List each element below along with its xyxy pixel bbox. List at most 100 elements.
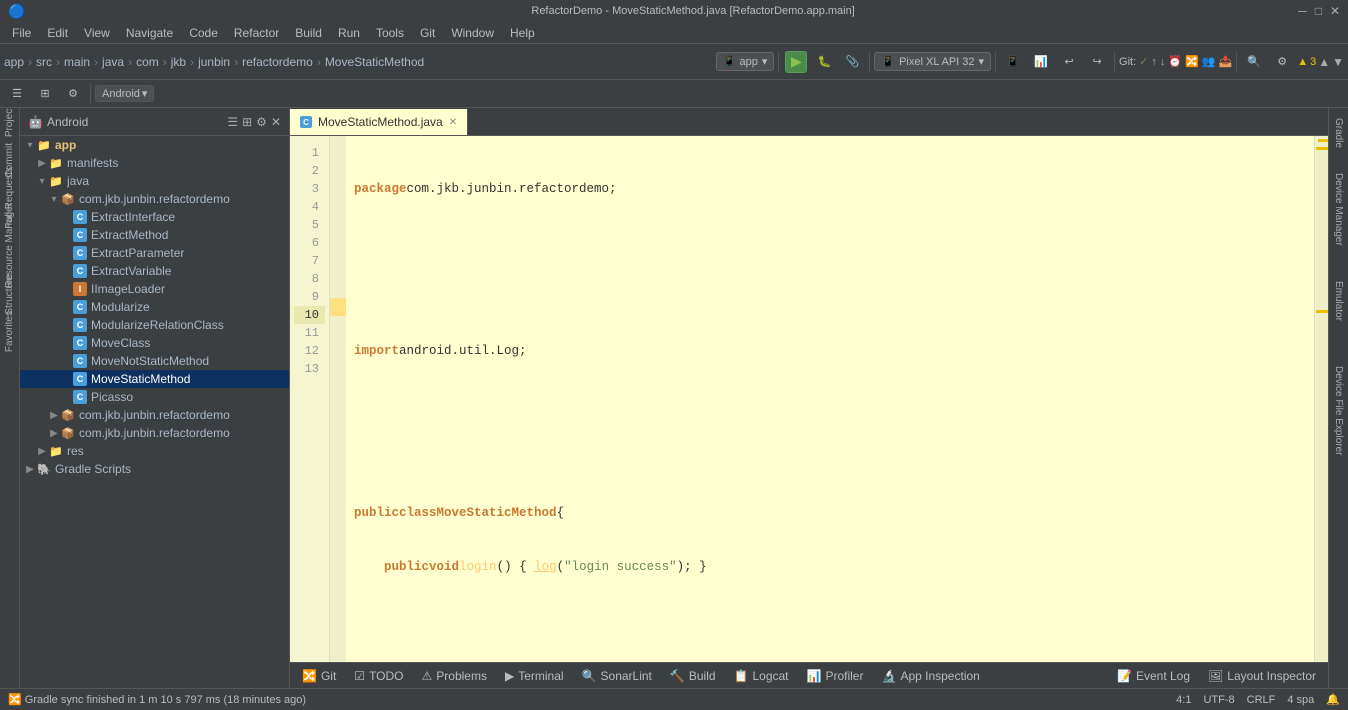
tree-item-extractmethod[interactable]: C ExtractMethod <box>20 226 289 244</box>
git-more-icon[interactable]: ⏰ <box>1168 55 1182 68</box>
status-notification-icon[interactable]: 🔔 <box>1326 693 1340 706</box>
gutter-line-11[interactable] <box>330 316 346 334</box>
bottom-tab-problems[interactable]: ⚠ Problems <box>414 665 495 687</box>
git-share-icon[interactable]: 📤 <box>1219 55 1233 68</box>
warning-indicator[interactable]: ▲ ▲3 3 ▲ ▼ <box>1297 55 1344 69</box>
tree-item-app[interactable]: ▾ 📁 app <box>20 136 289 154</box>
panel-dropdown[interactable]: Android ▾ <box>95 85 154 102</box>
breadcrumb-class[interactable]: MoveStaticMethod <box>325 55 424 69</box>
bottom-tab-build[interactable]: 🔨 Build <box>662 665 724 687</box>
menu-refactor[interactable]: Refactor <box>226 24 287 42</box>
bottom-tab-eventlog[interactable]: 📝 Event Log <box>1109 665 1198 687</box>
panel-icon-gear[interactable]: ⚙ <box>256 115 267 129</box>
breadcrumb-src[interactable]: src <box>36 55 52 69</box>
breadcrumb-main[interactable]: main <box>64 55 90 69</box>
git-check-icon[interactable]: ✓ <box>1139 55 1148 68</box>
status-indent[interactable]: 4 spa <box>1287 694 1314 706</box>
tree-item-java[interactable]: ▾ 📁 java <box>20 172 289 190</box>
panel-settings-button[interactable]: ⚙ <box>60 81 86 107</box>
menu-tools[interactable]: Tools <box>368 24 412 42</box>
bottom-tab-todo[interactable]: ☑ TODO <box>346 665 411 687</box>
gutter-line-6[interactable] <box>330 226 346 244</box>
bottom-tab-profiler[interactable]: 📊 Profiler <box>799 665 872 687</box>
status-encoding[interactable]: UTF-8 <box>1203 694 1234 706</box>
editor-gutter[interactable] <box>330 136 346 662</box>
bottom-tab-logcat[interactable]: 📋 Logcat <box>726 665 797 687</box>
gutter-line-5[interactable] <box>330 208 346 226</box>
git-branch-icon[interactable]: 🔀 <box>1185 55 1199 68</box>
search-button[interactable]: 🔍 <box>1241 49 1267 75</box>
warning-nav-down[interactable]: ▼ <box>1332 55 1344 69</box>
menu-edit[interactable]: Edit <box>39 24 76 42</box>
gutter-line-3[interactable] <box>330 172 346 190</box>
code-editor[interactable]: 1 2 3 4 5 6 7 8 9 10 11 12 13 <box>290 136 1328 662</box>
gutter-line-8[interactable] <box>330 262 346 280</box>
gutter-line-9[interactable] <box>330 280 346 298</box>
run-button[interactable]: ▶ <box>785 51 807 73</box>
breadcrumb-com[interactable]: com <box>136 55 159 69</box>
panel-icon-flatten[interactable]: ⊞ <box>242 115 252 129</box>
window-controls[interactable]: ─ □ ✕ <box>1298 4 1340 18</box>
status-position[interactable]: 4:1 <box>1176 694 1191 706</box>
left-strip-commit[interactable]: Commit <box>2 152 18 168</box>
bottom-tab-git[interactable]: 🔀 Git <box>294 665 344 687</box>
bottom-tab-sonarlint[interactable]: 🔍 SonarLint <box>574 665 660 687</box>
menu-help[interactable]: Help <box>502 24 543 42</box>
close-button[interactable]: ✕ <box>1330 4 1340 18</box>
menu-file[interactable]: File <box>4 24 39 42</box>
left-strip-project[interactable]: Project <box>2 114 18 130</box>
panel-icon-tree[interactable]: ☰ <box>227 115 238 129</box>
tree-item-package2[interactable]: ▶ 📦 com.jkb.junbin.refactordemo <box>20 406 289 424</box>
editor-tab-movestaticmethod[interactable]: C MoveStaticMethod.java ✕ <box>290 109 468 135</box>
device-dropdown[interactable]: 📱 Pixel XL API 32 ▾ <box>874 52 991 71</box>
profiler-button[interactable]: 📊 <box>1028 49 1054 75</box>
breadcrumb-java[interactable]: java <box>102 55 124 69</box>
bottom-tab-appinspection[interactable]: 🔬 App Inspection <box>873 665 987 687</box>
git-pull-icon[interactable]: ↓ <box>1160 56 1166 68</box>
tree-item-modularize[interactable]: C Modularize <box>20 298 289 316</box>
minimize-button[interactable]: ─ <box>1298 4 1307 18</box>
menu-view[interactable]: View <box>76 24 118 42</box>
warning-nav-up[interactable]: ▲ <box>1318 55 1330 69</box>
tree-item-extractinterface[interactable]: C ExtractInterface <box>20 208 289 226</box>
bottom-tab-layoutinspector[interactable]: 🖼 Layout Inspector <box>1200 665 1324 687</box>
tree-item-picasso[interactable]: C Picasso <box>20 388 289 406</box>
gutter-line-1[interactable] <box>330 136 346 154</box>
right-strip-devicemanager[interactable]: Device Manager <box>1331 167 1346 255</box>
right-strip-devicefile[interactable]: Device File Explorer <box>1331 360 1346 464</box>
right-strip-gradle[interactable]: Gradle <box>1331 112 1346 157</box>
right-strip-emulator[interactable]: Emulator <box>1331 275 1346 330</box>
menu-git[interactable]: Git <box>412 24 443 42</box>
menu-window[interactable]: Window <box>443 24 502 42</box>
breadcrumb-app[interactable]: app <box>4 55 24 69</box>
tab-close-button[interactable]: ✕ <box>449 117 457 128</box>
settings-button[interactable]: ⚙ <box>1269 49 1295 75</box>
git-push-icon[interactable]: ↑ <box>1151 56 1157 68</box>
panel-toggle-button[interactable]: ☰ <box>4 81 30 107</box>
status-linesep[interactable]: CRLF <box>1247 694 1276 706</box>
breadcrumb-junbin[interactable]: junbin <box>198 55 230 69</box>
left-strip-structure[interactable]: Structure <box>2 286 18 302</box>
tree-item-gradle[interactable]: ▶ 🐘 Gradle Scripts <box>20 460 289 478</box>
code-content[interactable]: package com.jkb.junbin.refactordemo; imp… <box>346 136 1314 662</box>
bottom-tab-terminal[interactable]: ▶ Terminal <box>497 665 572 687</box>
tree-item-modularizerc[interactable]: C ModularizeRelationClass <box>20 316 289 334</box>
avd-button[interactable]: 📱 <box>1000 49 1026 75</box>
attach-button[interactable]: 📎 <box>839 49 865 75</box>
tree-item-iimageloader[interactable]: I IImageLoader <box>20 280 289 298</box>
app-dropdown[interactable]: 📱 app ▾ <box>716 52 774 71</box>
tree-item-moveclass[interactable]: C MoveClass <box>20 334 289 352</box>
tree-item-res[interactable]: ▶ 📁 res <box>20 442 289 460</box>
left-strip-resource[interactable]: Resource Manager <box>2 238 18 254</box>
panel-layout-button[interactable]: ⊞ <box>32 81 58 107</box>
tree-item-manifests[interactable]: ▶ 📁 manifests <box>20 154 289 172</box>
tree-item-movenotstatic[interactable]: C MoveNotStaticMethod <box>20 352 289 370</box>
menu-navigate[interactable]: Navigate <box>118 24 181 42</box>
debug-button[interactable]: 🐛 <box>811 49 837 75</box>
tree-item-extractparameter[interactable]: C ExtractParameter <box>20 244 289 262</box>
tree-item-package3[interactable]: ▶ 📦 com.jkb.junbin.refactordemo <box>20 424 289 442</box>
tree-item-package[interactable]: ▾ 📦 com.jkb.junbin.refactordemo <box>20 190 289 208</box>
breadcrumb-jkb[interactable]: jkb <box>171 55 186 69</box>
breadcrumb-refactordemo[interactable]: refactordemo <box>242 55 313 69</box>
menu-code[interactable]: Code <box>181 24 226 42</box>
